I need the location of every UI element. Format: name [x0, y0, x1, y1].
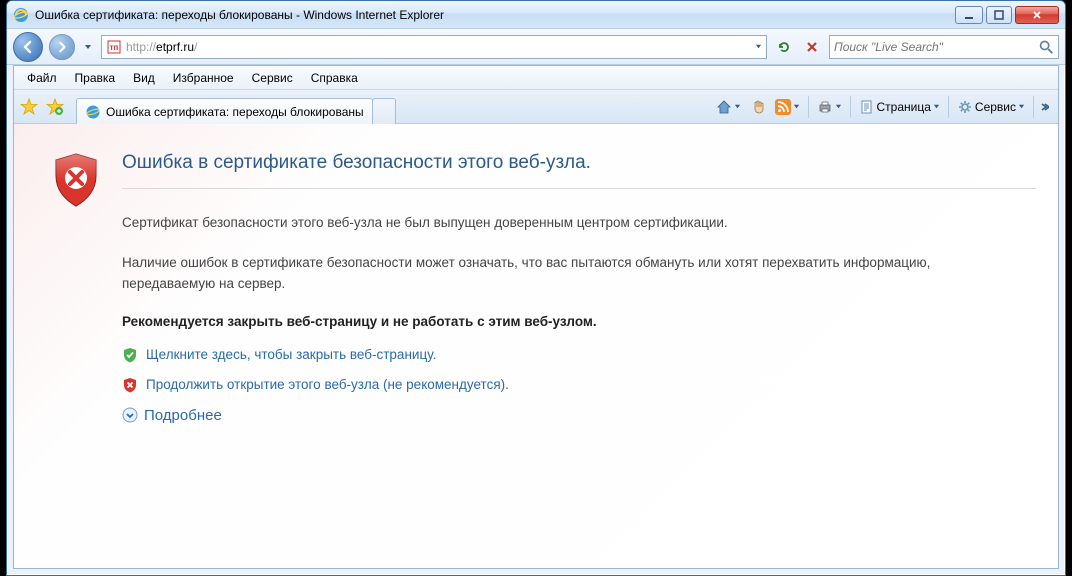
new-tab-button[interactable] — [372, 98, 396, 124]
menu-help[interactable]: Справка — [302, 68, 367, 88]
error-paragraph-2: Наличие ошибок в сертификате безопасност… — [122, 253, 982, 294]
hand-tool-button[interactable] — [747, 96, 769, 118]
separator — [1033, 96, 1034, 118]
more-info-label: Подробнее — [144, 407, 222, 424]
separator — [850, 96, 851, 118]
tab-strip: Ошибка сертификата: переходы блокированы — [76, 90, 708, 123]
print-button[interactable] — [813, 97, 846, 117]
search-input[interactable] — [834, 40, 1034, 54]
address-dropdown-icon[interactable] — [755, 43, 762, 50]
continue-option: Продолжить открытие этого веб-узла (не р… — [122, 377, 1036, 393]
search-icon[interactable] — [1038, 38, 1054, 56]
chevron-down-icon — [835, 103, 842, 110]
back-button[interactable] — [13, 32, 43, 62]
overflow-button[interactable] — [1038, 92, 1050, 122]
maximize-button[interactable] — [986, 6, 1012, 24]
error-recommendation: Рекомендуется закрыть веб-страницу и не … — [122, 314, 1036, 329]
chevron-down-icon — [933, 103, 940, 110]
command-bar: Ошибка сертификата: переходы блокированы… — [14, 90, 1058, 124]
window-title: Ошибка сертификата: переходы блокированы… — [35, 8, 444, 22]
add-favorite-button[interactable] — [44, 96, 66, 118]
chevron-down-icon — [793, 103, 800, 110]
ie-logo-icon — [13, 7, 29, 23]
menu-favorites[interactable]: Избранное — [164, 68, 243, 88]
close-page-option: Щелкните здесь, чтобы закрыть веб-страни… — [122, 347, 1036, 363]
history-dropdown[interactable] — [81, 33, 95, 61]
chevron-down-icon — [1018, 103, 1025, 110]
chevron-down-icon — [734, 103, 741, 110]
separator — [948, 96, 949, 118]
page-content: Ошибка в сертификате безопасности этого … — [14, 124, 1058, 568]
url-text[interactable]: http://etprf.ru/ — [126, 40, 751, 54]
stop-button[interactable] — [801, 36, 823, 58]
close-button[interactable] — [1015, 6, 1059, 24]
expand-icon — [122, 407, 138, 423]
home-button[interactable] — [712, 97, 745, 117]
error-heading: Ошибка в сертификате безопасности этого … — [122, 152, 1036, 189]
error-shield-icon — [52, 152, 100, 208]
shield-warn-icon — [122, 377, 138, 393]
ie-tab-icon — [85, 104, 101, 120]
page-menu-button[interactable]: Страница — [855, 97, 944, 117]
menu-bar: Файл Правка Вид Избранное Сервис Справка — [14, 66, 1058, 90]
more-info-toggle[interactable]: Подробнее — [122, 407, 1036, 424]
tools-menu-label: Сервис — [975, 100, 1016, 114]
gear-icon — [957, 99, 973, 115]
tab-active[interactable]: Ошибка сертификата: переходы блокированы — [76, 98, 373, 124]
address-bar[interactable]: тп http://etprf.ru/ — [101, 35, 767, 59]
separator — [808, 96, 809, 118]
window-controls — [955, 6, 1059, 24]
ie-window: Ошибка сертификата: переходы блокированы… — [6, 0, 1066, 576]
error-paragraph-1: Сертификат безопасности этого веб-узла н… — [122, 213, 982, 233]
tab-title: Ошибка сертификата: переходы блокированы — [106, 105, 364, 119]
page-menu-label: Страница — [877, 100, 931, 114]
content-frame: Файл Правка Вид Избранное Сервис Справка… — [13, 65, 1059, 569]
refresh-button[interactable] — [773, 36, 795, 58]
svg-text:тп: тп — [110, 43, 119, 52]
favorites-star-button[interactable] — [18, 96, 40, 118]
continue-link[interactable]: Продолжить открытие этого веб-узла (не р… — [146, 377, 509, 392]
tools-menu-button[interactable]: Сервис — [953, 97, 1029, 117]
command-tools: Страница Сервис — [712, 92, 1054, 122]
navigation-bar: тп http://etprf.ru/ — [7, 29, 1065, 65]
menu-file[interactable]: Файл — [18, 68, 66, 88]
menu-edit[interactable]: Правка — [66, 68, 125, 88]
shield-ok-icon — [122, 347, 138, 363]
minimize-button[interactable] — [955, 6, 983, 24]
close-page-link[interactable]: Щелкните здесь, чтобы закрыть веб-страни… — [146, 347, 436, 362]
search-box[interactable] — [829, 35, 1059, 59]
menu-service[interactable]: Сервис — [243, 68, 302, 88]
menu-view[interactable]: Вид — [124, 68, 164, 88]
page-icon — [859, 99, 875, 115]
titlebar: Ошибка сертификата: переходы блокированы… — [7, 1, 1065, 29]
forward-button[interactable] — [49, 34, 75, 60]
feeds-button[interactable] — [771, 97, 804, 117]
site-favicon-icon: тп — [106, 39, 122, 55]
